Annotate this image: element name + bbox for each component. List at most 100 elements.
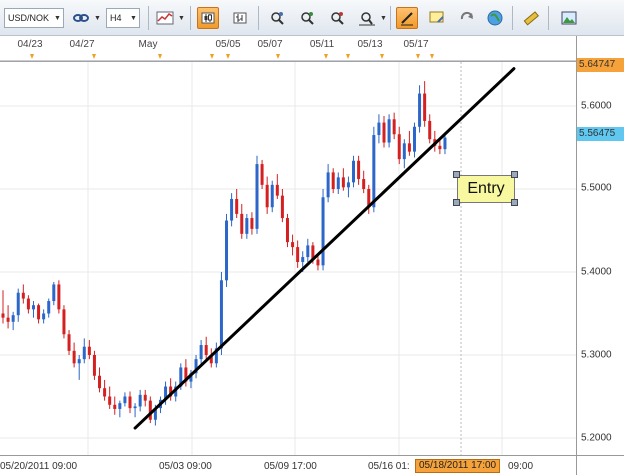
candle-body [423,93,427,121]
candle-body [113,404,117,409]
crosshair-icon [271,12,284,25]
zoom-out-button[interactable] [326,7,348,29]
candle-body [6,317,10,322]
timeframe-select[interactable]: H4 ▼ [106,8,140,28]
candle [37,303,41,324]
price-axis[interactable]: 5.6000 5.5000 5.4000 5.3000 5.2000 5.647… [576,36,624,455]
candle-body [1,313,5,318]
toolbar-separator [548,6,549,30]
chevron-down-icon[interactable]: ▼ [378,9,389,27]
price-tick: 5.4000 [581,266,612,278]
entry-annotation[interactable]: Entry [457,175,515,203]
candle [128,391,132,414]
candle [148,396,152,424]
zoom-fit-icon [359,12,375,26]
candle [397,126,401,165]
zoom-in-button[interactable] [296,7,318,29]
candle-body [265,184,269,208]
candle [291,234,295,256]
candle-body [199,345,203,360]
candle [214,342,218,368]
bar-chart-button[interactable] [229,7,251,29]
candle [113,396,117,415]
crosshair-button[interactable] [266,7,288,29]
top-date-label: 04/23 [17,39,43,50]
resize-handle[interactable] [453,199,460,206]
candle-body [377,122,381,136]
ruler-icon [523,11,539,26]
candle-body [387,119,391,143]
chevron-down-icon[interactable]: ▼ [128,9,139,27]
candle [67,330,71,355]
candle-body [250,218,254,229]
event-marker-icon [380,54,384,59]
candle-body [255,164,259,229]
globe-button[interactable] [484,7,506,29]
candlestick-chart[interactable] [0,62,576,455]
link-button[interactable] [70,7,92,29]
candle-body [52,284,56,302]
resize-handle[interactable] [453,171,460,178]
symbol-select[interactable]: USD/NOK ▼ [4,8,64,28]
zoom-fit-button[interactable] [356,7,378,29]
candle [92,350,96,380]
candle [377,114,381,144]
candle-body [397,134,401,160]
line-tool-button[interactable] [396,7,418,29]
candle [321,189,325,271]
indicator-button[interactable] [154,7,176,29]
refresh-icon [460,11,473,20]
chart-plot-area[interactable] [0,62,576,455]
timeframe-value: H4 [110,13,122,23]
candle-body [331,172,335,189]
candle [285,213,289,248]
resize-handle[interactable] [511,171,518,178]
line-tool-icon [401,12,413,26]
time-tick: 05/20/2011 09:00 [0,461,78,472]
candle [98,367,102,393]
candle-body [118,403,122,409]
candle-body [357,160,361,180]
crosshair-time-flag: 05/18/2011 17:00 [415,459,501,473]
candle [143,389,147,407]
candle-body [240,213,244,234]
resize-handle[interactable] [511,199,518,206]
event-marker-icon [276,54,280,59]
candle [133,403,137,418]
image-button[interactable] [558,7,580,29]
top-date-label: 05/11 [309,39,335,50]
toolbar-separator [390,6,391,30]
event-marker-icon [430,54,434,59]
candle [230,193,234,227]
candle-body [301,257,305,263]
candle-body [123,396,127,404]
refresh-button[interactable] [456,7,478,29]
candle [423,81,427,127]
note-button[interactable] [426,7,448,29]
candle-icon [201,12,215,24]
candle [357,155,361,185]
candle [326,164,330,203]
candle-body [291,242,295,248]
candle-body [103,388,107,397]
candle-chart-button[interactable] [197,7,219,29]
chevron-down-icon[interactable]: ▼ [176,9,187,27]
time-tick: 05/09 17:00 [264,461,317,472]
candle-body [326,172,330,198]
candle-body [280,195,284,219]
candle-body [407,143,411,152]
candle [402,139,406,169]
event-marker-icon [92,54,96,59]
event-marker-icon [158,54,162,59]
chevron-down-icon[interactable]: ▼ [52,9,63,27]
price-tick: 5.2000 [581,432,612,444]
candle [31,301,35,318]
candle [103,379,107,401]
ruler-button[interactable] [520,7,542,29]
time-axis[interactable]: 05/20/2011 09:00 05/03 09:00 05/09 17:00… [0,455,576,475]
candle [443,134,447,155]
chevron-down-icon[interactable]: ▼ [92,9,103,27]
candle-body [16,292,20,316]
candle [240,203,244,239]
candle-body [133,406,137,409]
